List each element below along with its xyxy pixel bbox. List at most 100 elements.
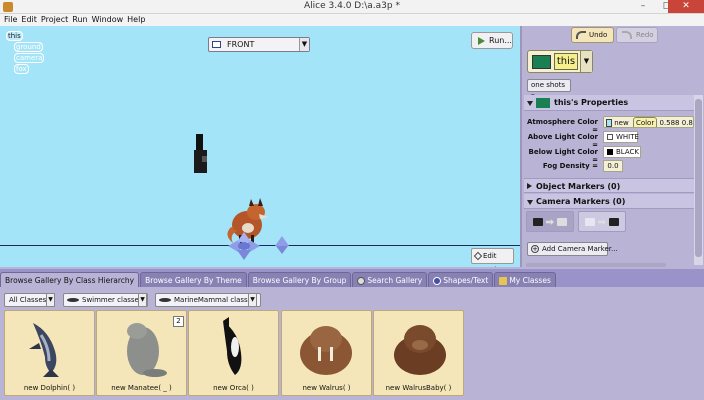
undo-icon: [576, 31, 586, 39]
atmosphere-color-value[interactable]: new Color 0.588 0.886: [603, 116, 694, 128]
color-swatch: [606, 119, 612, 127]
pencil-icon: [473, 251, 483, 261]
menu-edit[interactable]: Edit: [21, 14, 37, 26]
marker-icon: [585, 218, 595, 226]
camera-view-select[interactable]: FRONT ▼: [208, 37, 310, 52]
above-light-color-value[interactable]: WHITE: [603, 131, 639, 143]
collapse-triangle-icon: [527, 101, 533, 106]
atmosphere-red[interactable]: 0.588: [659, 119, 679, 127]
shapes-icon: [433, 277, 442, 285]
gallery-card-walrus[interactable]: new Walrus( ): [281, 310, 372, 396]
instance-label: this: [554, 53, 578, 70]
scene-tree-fox[interactable]: fox: [14, 64, 29, 74]
menu-window[interactable]: Window: [92, 14, 124, 26]
instance-selector[interactable]: this ▼: [527, 50, 593, 73]
scene-view[interactable]: this ground camera fox FRONT ▼ Run... Ed…: [0, 26, 522, 267]
camera-markers-header[interactable]: Camera Markers (0): [524, 194, 694, 209]
atmosphere-green[interactable]: 0.886: [682, 119, 693, 127]
folder-icon: [499, 277, 508, 285]
swimmer-classes-label: Swimmer classes: [82, 296, 143, 304]
marine-mammal-label: MarineMammal classes: [174, 296, 256, 304]
below-light-color-value[interactable]: BLACK: [603, 146, 641, 158]
card-label: new WalrusBaby( ): [385, 384, 452, 392]
menu-project[interactable]: Project: [41, 14, 68, 26]
search-icon: [357, 277, 366, 285]
plus-icon: +: [531, 245, 539, 253]
camera-view-value: FRONT: [227, 40, 255, 49]
menu-run[interactable]: Run: [72, 14, 87, 26]
run-button[interactable]: Run...: [471, 32, 513, 49]
tab-shapes-label: Shapes/Text: [443, 276, 489, 285]
chevron-down-icon[interactable]: ▼: [248, 293, 257, 307]
redo-button[interactable]: Redo: [616, 27, 658, 43]
menu-bar: File Edit Project Run Window Help: [0, 14, 704, 26]
redo-icon: [622, 31, 632, 39]
undo-button[interactable]: Undo: [571, 27, 614, 43]
minimize-icon[interactable]: –: [631, 0, 655, 13]
chevron-down-icon: ▼: [299, 38, 309, 51]
properties-scrollbar[interactable]: [694, 95, 703, 265]
tab-group[interactable]: Browse Gallery By Group: [247, 272, 352, 287]
edit-code-label: Edit Code: [483, 252, 501, 267]
play-icon: [478, 37, 485, 45]
card-label: new Dolphin( ): [23, 384, 76, 392]
properties-title: this's Properties: [554, 98, 629, 107]
redo-label: Redo: [636, 31, 654, 39]
tab-shapes-text[interactable]: Shapes/Text: [428, 272, 494, 287]
move-camera-to-marker-button[interactable]: [526, 211, 574, 232]
fog-density-value[interactable]: 0.0: [603, 160, 623, 172]
scene-tree-this[interactable]: this: [6, 31, 23, 41]
chevron-down-icon: ▼: [580, 51, 592, 72]
close-icon[interactable]: ✕: [668, 0, 704, 13]
color-swatch: [607, 134, 613, 140]
breadcrumb-all-classes[interactable]: All Classes: [4, 293, 52, 307]
tab-my-classes-label: My Classes: [509, 276, 551, 285]
atmosphere-color-label: Atmosphere Color =: [526, 118, 598, 134]
gallery-card-dolphin[interactable]: new Dolphin( ): [4, 310, 95, 396]
add-camera-marker-label: Add Camera Marker...: [542, 245, 618, 253]
walrus-thumbnail: [300, 326, 352, 375]
card-label: new Walrus( ): [302, 384, 351, 392]
black-object[interactable]: [193, 134, 209, 173]
properties-hscrollbar[interactable]: [526, 263, 666, 267]
scene-tree-camera[interactable]: camera: [14, 53, 45, 63]
scrollbar-thumb[interactable]: [695, 99, 702, 257]
window-title: Alice 3.4.0 D:\a.a3p *: [304, 1, 400, 11]
collapse-triangle-icon: [527, 200, 533, 205]
tab-search[interactable]: Search Gallery: [352, 272, 428, 287]
camera-icon: [212, 41, 221, 48]
undo-label: Undo: [589, 31, 608, 39]
gallery-card-walrus-baby[interactable]: new WalrusBaby( ): [373, 310, 464, 396]
dolphin-thumbnail: [29, 323, 59, 377]
move-marker-to-camera-button[interactable]: [578, 211, 626, 232]
menu-file[interactable]: File: [4, 14, 17, 26]
tab-class-hierarchy[interactable]: Browse Gallery By Class Hierarchy: [0, 272, 140, 287]
breadcrumb-marine-mammal-classes[interactable]: MarineMammal classes: [155, 293, 261, 307]
tab-theme[interactable]: Browse Gallery By Theme: [140, 272, 247, 287]
camera-markers-label: Camera Markers (0): [536, 197, 626, 206]
edit-code-button[interactable]: Edit Code: [471, 248, 514, 267]
breadcrumb-swimmer-classes[interactable]: Swimmer classes: [63, 293, 148, 307]
scene-tree-ground[interactable]: ground: [14, 42, 43, 52]
camera-icon: [609, 218, 619, 226]
walrus-baby-thumbnail: [394, 325, 446, 375]
one-shots-label: one shots: [531, 81, 566, 89]
above-light-value-text: WHITE: [616, 133, 639, 141]
gallery-tabs: Browse Gallery By Class Hierarchy Browse…: [0, 272, 557, 287]
above-light-color-label: Above Light Color =: [527, 133, 598, 149]
color-constructor: Color: [632, 117, 658, 127]
menu-help[interactable]: Help: [127, 14, 145, 26]
arrow-right-icon: [546, 219, 554, 225]
chevron-down-icon[interactable]: ▼: [138, 293, 147, 307]
scene-thumbnail: [536, 98, 550, 108]
chevron-down-icon[interactable]: ▼: [46, 293, 55, 307]
add-camera-marker-button[interactable]: + Add Camera Marker...: [527, 242, 618, 256]
properties-header[interactable]: this's Properties: [524, 95, 694, 111]
scene-thumbnail: [532, 55, 551, 69]
tab-my-classes[interactable]: My Classes: [494, 272, 556, 287]
one-shots-button[interactable]: one shots ▾: [527, 79, 571, 100]
gallery-card-orca[interactable]: new Orca( ): [188, 310, 279, 396]
move-handles[interactable]: [228, 232, 292, 260]
object-markers-header[interactable]: Object Markers (0): [524, 178, 694, 193]
tab-search-label: Search Gallery: [367, 276, 423, 285]
